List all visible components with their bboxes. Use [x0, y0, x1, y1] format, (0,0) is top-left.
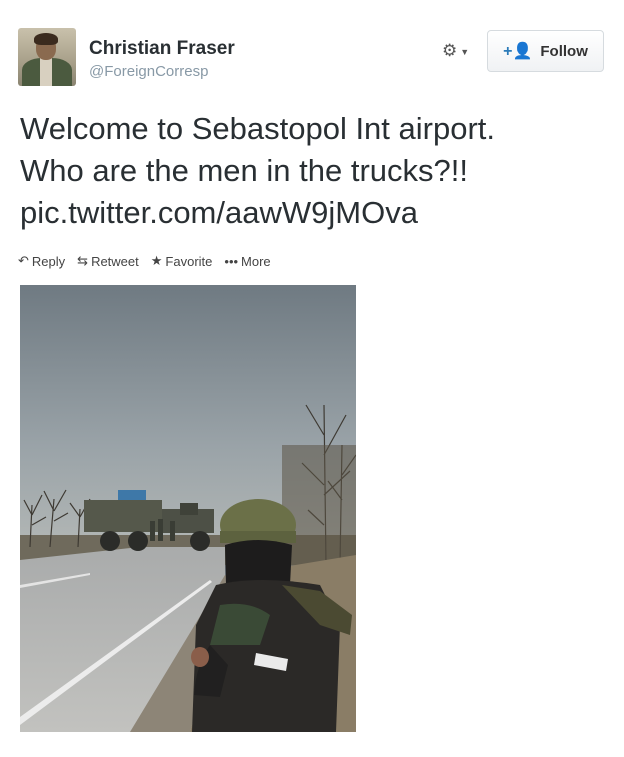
tweet-photo[interactable]	[20, 285, 356, 732]
add-user-icon: +👤	[503, 43, 533, 60]
favorite-label: Favorite	[165, 253, 213, 269]
gear-icon: ⚙	[442, 41, 458, 60]
display-name[interactable]: Christian Fraser	[89, 38, 235, 60]
reply-icon: ↶	[18, 253, 29, 268]
settings-dropdown[interactable]: ⚙ ▼	[442, 40, 474, 62]
follow-button[interactable]: +👤 Follow	[487, 30, 604, 72]
chevron-down-icon: ▼	[460, 47, 470, 57]
tweet-line-1: Welcome to Sebastopol Int airport.	[20, 111, 496, 146]
more-label: More	[241, 253, 271, 269]
retweet-icon: ⇆	[77, 253, 89, 268]
reply-label: Reply	[31, 253, 66, 269]
follow-label: Follow	[540, 42, 588, 60]
tweet-text: Welcome to Sebastopol Int airport. Who a…	[20, 108, 610, 234]
tweet-line-2: Who are the men in the trucks?!!	[20, 153, 468, 188]
retweet-action[interactable]: ⇆ Retweet	[77, 253, 139, 269]
avatar[interactable]	[18, 28, 76, 86]
more-action[interactable]: ••• More	[224, 254, 270, 269]
retweet-label: Retweet	[91, 253, 139, 269]
user-handle[interactable]: @ForeignCorresp	[89, 63, 208, 80]
star-icon: ★	[150, 253, 163, 268]
more-dots-icon: •••	[224, 253, 239, 269]
tweet-actions: ↶ Reply ⇆ Retweet ★ Favorite ••• More	[18, 253, 271, 269]
tweet-link[interactable]: pic.twitter.com/aawW9jMOva	[20, 192, 610, 234]
reply-action[interactable]: ↶ Reply	[18, 253, 65, 269]
favorite-action[interactable]: ★ Favorite	[151, 253, 213, 269]
